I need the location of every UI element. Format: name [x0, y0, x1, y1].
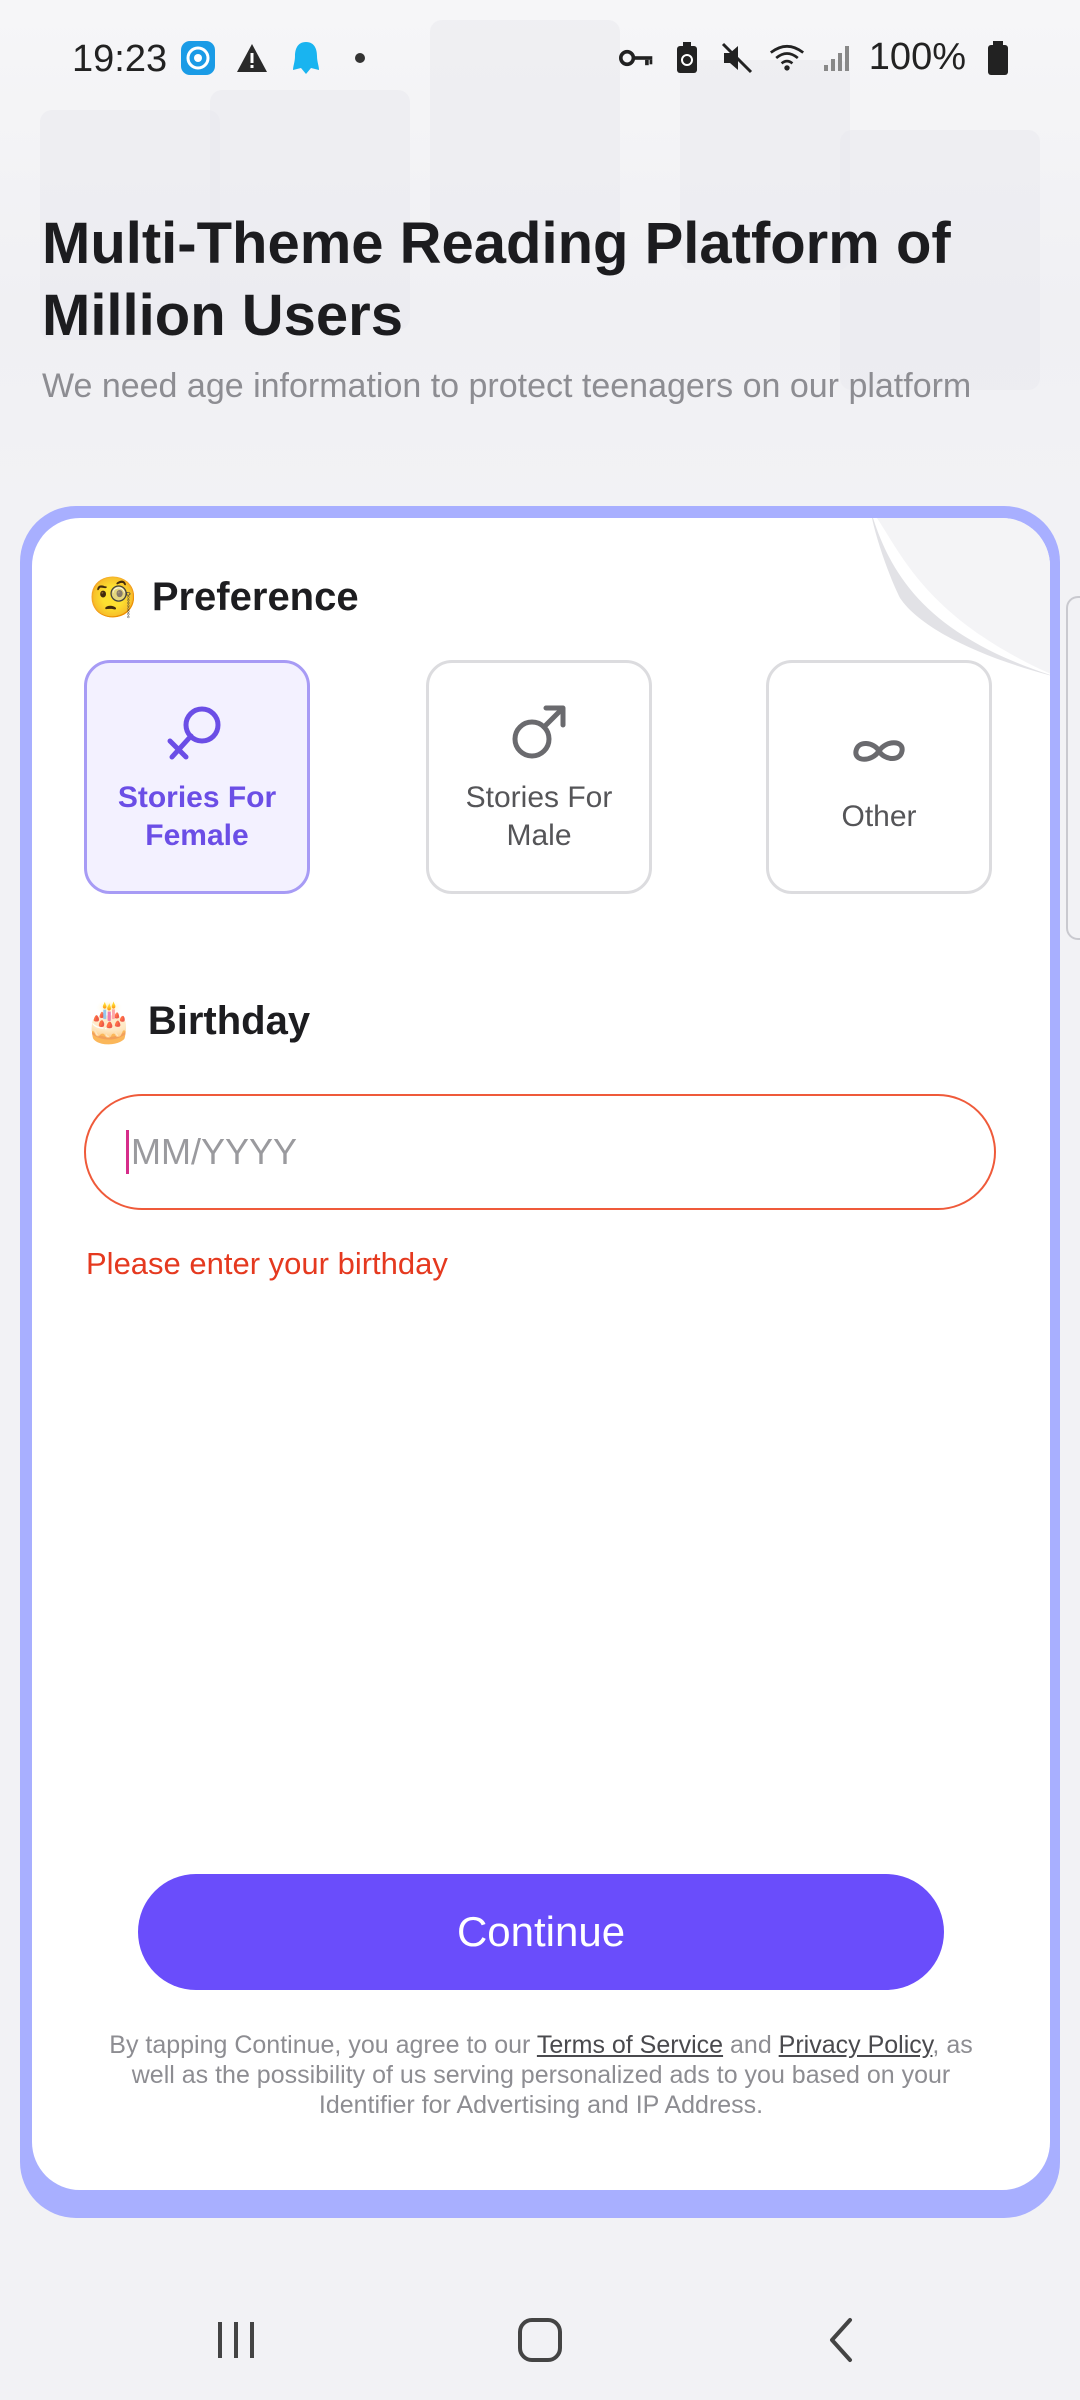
status-system-icons: 100% [618, 36, 1016, 79]
app-notification-icon [180, 40, 216, 76]
recent-apps-button[interactable] [206, 2310, 266, 2370]
status-notification-icons [180, 40, 378, 76]
more-notifications-dot-icon [342, 40, 378, 76]
battery-percent: 100% [868, 36, 966, 78]
preference-option-other[interactable]: Other [766, 660, 992, 894]
preference-option-label: Other [841, 800, 917, 833]
battery-saver-icon [669, 40, 705, 76]
status-bar: 19:23 100% [0, 0, 1080, 120]
warning-icon [234, 40, 270, 76]
birthday-title: Birthday [147, 999, 311, 1043]
preference-option-label: Stories For Female [117, 781, 277, 852]
wifi-icon [769, 40, 805, 76]
female-icon [167, 706, 221, 760]
page-subtitle: We need age information to protect teena… [42, 367, 972, 405]
birthday-error-message: Please enter your birthday [86, 1246, 448, 1281]
thinking-face-icon: 🧐 [88, 576, 138, 620]
birthday-input[interactable]: MM/YYYY [84, 1094, 996, 1210]
terms-of-service-link[interactable]: Terms of Service [537, 2031, 723, 2059]
legal-text: and [723, 2031, 779, 2059]
back-button[interactable] [812, 2310, 872, 2370]
legal-text: By tapping Continue, you agree to our [109, 2031, 537, 2059]
preference-heading: 🧐 Preference [88, 574, 359, 621]
legal-notice: By tapping Continue, you agree to our Te… [88, 2030, 994, 2120]
status-time: 19:23 [72, 38, 168, 80]
mute-icon [719, 40, 755, 76]
system-navigation-bar [0, 2270, 1080, 2400]
page-curl-decoration [871, 518, 1050, 676]
continue-button[interactable]: Continue [138, 1874, 944, 1990]
text-cursor [126, 1130, 129, 1174]
home-icon [518, 2318, 562, 2362]
preference-title: Preference [151, 575, 359, 619]
battery-icon [980, 40, 1016, 76]
infinity-icon [853, 740, 905, 762]
page-title: Multi-Theme Reading Platform of Million … [42, 211, 951, 348]
preference-option-label: Stories For Male [465, 781, 613, 852]
recent-apps-icon [218, 2322, 254, 2358]
birthday-cake-icon: 🎂 [84, 1000, 134, 1044]
key-icon [618, 40, 655, 76]
signal-icon [819, 40, 855, 76]
onboarding-card: 🧐 Preference Stories For Female Stories … [32, 518, 1050, 2190]
privacy-policy-link[interactable]: Privacy Policy [779, 2031, 933, 2059]
side-edge-handle[interactable] [1066, 596, 1080, 940]
chat-app-icon [288, 40, 324, 76]
birthday-placeholder: MM/YYYY [131, 1131, 298, 1172]
preference-option-male[interactable]: Stories For Male [426, 660, 652, 894]
birthday-heading: 🎂 Birthday [84, 998, 310, 1045]
home-button[interactable] [510, 2310, 570, 2370]
preference-option-female[interactable]: Stories For Female [84, 660, 310, 894]
male-icon [512, 705, 566, 759]
back-icon [830, 2318, 852, 2362]
